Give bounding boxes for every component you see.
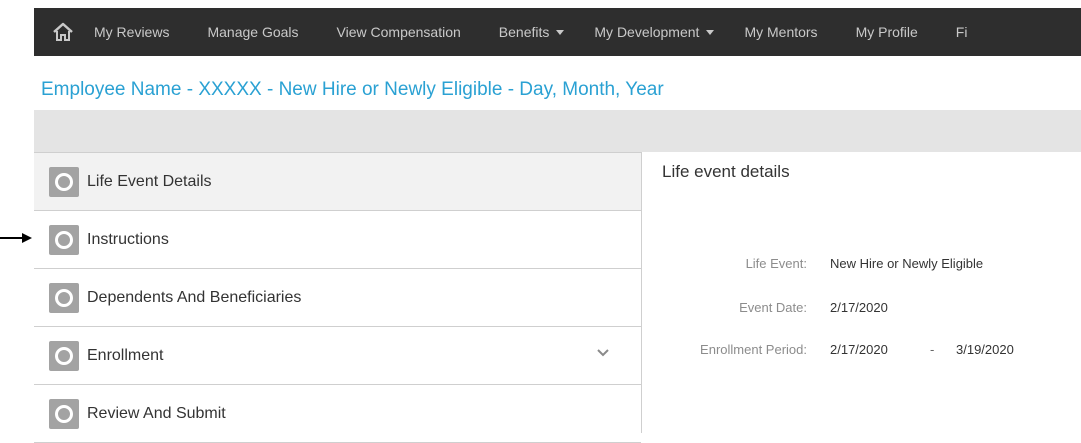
home-icon[interactable] — [34, 8, 92, 56]
step-status-icon — [49, 224, 79, 255]
arrow-right-icon — [0, 233, 32, 243]
step-review-and-submit[interactable]: Review And Submit — [34, 385, 641, 443]
nav-my-reviews[interactable]: My Reviews — [94, 8, 169, 56]
enrollment-separator: - — [930, 342, 935, 357]
enrollment-period-label: Enrollment Period: — [700, 342, 807, 357]
step-label: Enrollment — [87, 346, 164, 364]
step-label: Dependents And Beneficiaries — [87, 288, 302, 306]
step-status-icon — [49, 282, 79, 313]
nav-benefits[interactable]: Benefits — [499, 8, 565, 56]
life-event-value: New Hire or Newly Eligible — [830, 256, 984, 271]
chevron-down-icon[interactable] — [597, 349, 609, 357]
details-title: Life event details — [662, 162, 790, 181]
top-navbar: My Reviews Manage Goals View Compensatio… — [34, 8, 1081, 56]
step-status-icon — [49, 340, 79, 371]
event-date-label: Event Date: — [739, 300, 807, 315]
step-instructions[interactable]: Instructions — [34, 211, 641, 269]
step-label: Life Event Details — [87, 172, 212, 190]
step-life-event-details[interactable]: Life Event Details — [34, 153, 641, 211]
event-date-value: 2/17/2020 — [830, 300, 888, 315]
caret-down-icon — [556, 29, 565, 35]
toolbar-bar — [34, 110, 1081, 152]
nav-my-development[interactable]: My Development — [594, 8, 715, 56]
step-label: Instructions — [87, 230, 169, 248]
nav-my-profile[interactable]: My Profile — [856, 8, 918, 56]
enrollment-start: 2/17/2020 — [830, 342, 888, 357]
enrollment-end: 3/19/2020 — [956, 342, 1014, 357]
step-status-icon — [49, 398, 79, 429]
step-dependents-and-beneficiaries[interactable]: Dependents And Beneficiaries — [34, 269, 641, 327]
steps-sidebar: Life Event Details Instructions Dependen… — [34, 152, 642, 443]
step-enrollment[interactable]: Enrollment — [34, 327, 641, 385]
life-event-label: Life Event: — [745, 256, 807, 271]
page-title: Employee Name - XXXXX - New Hire or Newl… — [41, 79, 664, 100]
caret-down-icon — [706, 29, 715, 35]
nav-truncated-item[interactable]: Fi — [956, 8, 968, 56]
step-status-icon — [49, 166, 79, 197]
nav-manage-goals[interactable]: Manage Goals — [207, 8, 298, 56]
step-label: Review And Submit — [87, 404, 226, 422]
nav-my-mentors[interactable]: My Mentors — [744, 8, 817, 56]
nav-view-compensation[interactable]: View Compensation — [337, 8, 461, 56]
